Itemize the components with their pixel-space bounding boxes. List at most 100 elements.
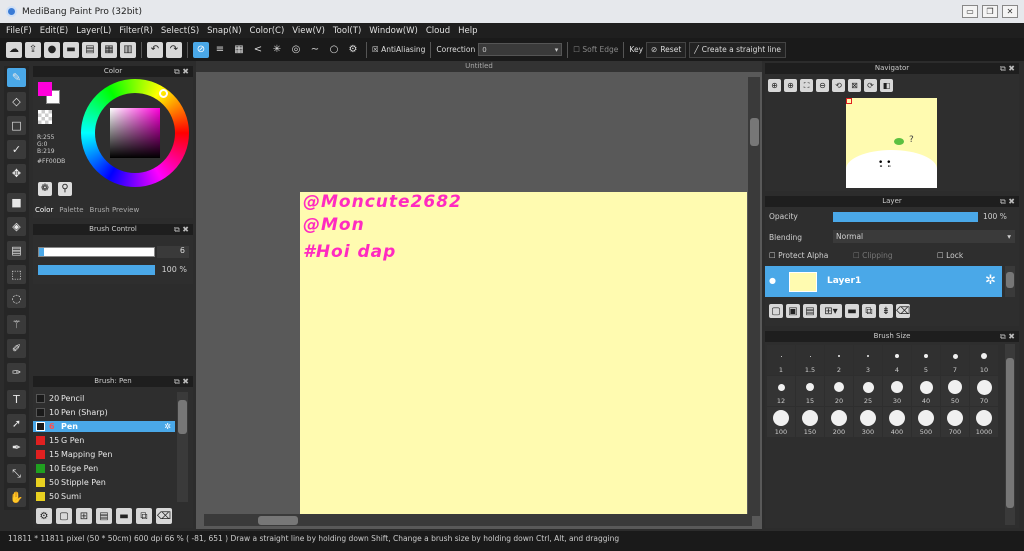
panel-controls-icon[interactable]: ⧉ ✖	[174, 224, 189, 235]
menu-tool[interactable]: Tool(T)	[333, 26, 361, 36]
canvas-paper[interactable]	[300, 192, 747, 517]
add-layer-menu-icon[interactable]: ⊞▾	[820, 304, 842, 318]
layout-icon[interactable]: ▦	[101, 41, 117, 58]
select-pen-tool-icon[interactable]: ✐	[7, 339, 26, 358]
palette-icon[interactable]: ❁	[38, 182, 52, 196]
lock-checkbox[interactable]: ☐ Lock	[937, 251, 963, 260]
gradient-tool-icon[interactable]: ▤	[7, 241, 26, 260]
rotate-right-icon[interactable]: ⟳	[864, 79, 877, 92]
panel-controls-icon[interactable]: ⧉ ✖	[1000, 196, 1015, 207]
brush-size-cell[interactable]: 5	[912, 345, 940, 375]
menu-layer[interactable]: Layer(L)	[76, 26, 111, 36]
canvas-tab[interactable]: Untitled	[196, 61, 762, 72]
brush-settings-icon[interactable]: ⚙	[36, 508, 52, 524]
radial-snap-icon[interactable]: ✳	[269, 41, 285, 58]
brush-item-mapping-pen[interactable]: 15 Mapping Pen	[33, 449, 175, 460]
foreground-color-swatch-top[interactable]	[38, 82, 52, 96]
text-tool-icon[interactable]: T	[7, 390, 26, 409]
canvas-vertical-scroll-thumb[interactable]	[750, 118, 759, 146]
menu-filter[interactable]: Filter(R)	[119, 26, 153, 36]
menu-file[interactable]: File(F)	[6, 26, 32, 36]
cloud-icon[interactable]: ☁	[6, 41, 22, 58]
snap-off-icon[interactable]: ⊘	[193, 41, 209, 58]
transparent-swatch[interactable]	[38, 110, 52, 124]
blending-dropdown[interactable]: Normal ▾	[833, 230, 1015, 243]
brush-size-cell[interactable]: 7	[941, 345, 969, 375]
merge-down-icon[interactable]: ⇟	[879, 304, 893, 318]
brush-size-cell[interactable]: 100	[767, 407, 795, 437]
antialiasing-checkbox[interactable]: ☒ AntiAliasing	[372, 45, 425, 54]
canvas-horizontal-scroll-thumb[interactable]	[258, 516, 298, 525]
message-icon[interactable]: ▬	[63, 41, 79, 58]
panel-controls-icon[interactable]: ⧉ ✖	[174, 66, 189, 77]
eye-icon[interactable]: ●	[769, 276, 776, 285]
protect-alpha-checkbox[interactable]: ☐ Protect Alpha	[769, 251, 828, 260]
new-halftone-layer-icon[interactable]: ▣	[786, 304, 800, 318]
brush-size-cell[interactable]: 400	[883, 407, 911, 437]
concentric-snap-icon[interactable]: ◎	[288, 41, 304, 58]
brush-item-pencil[interactable]: 20 Pencil	[33, 393, 175, 404]
brush-item-edge-pen[interactable]: 10 Edge Pen	[33, 463, 175, 474]
zoom-out-icon[interactable]: ⊖	[816, 79, 829, 92]
menu-edit[interactable]: Edit(E)	[40, 26, 68, 36]
curve-snap-icon[interactable]: ∼	[307, 41, 323, 58]
brush-size-cell[interactable]: 200	[825, 407, 853, 437]
straight-line-button[interactable]: ╱ Create a straight line	[689, 41, 787, 58]
comment-icon[interactable]: ●	[44, 41, 60, 58]
soft-edge-checkbox[interactable]: ☐ Soft Edge	[573, 45, 618, 54]
layer-scrollbar[interactable]	[1005, 266, 1015, 297]
brush-item-sumi[interactable]: 50 Sumi	[33, 491, 175, 502]
panel-controls-icon[interactable]: ⧉ ✖	[1000, 331, 1015, 342]
minimize-button[interactable]: ▭	[962, 5, 978, 18]
brush-item-g-pen[interactable]: 15 G Pen	[33, 435, 175, 446]
menu-cloud[interactable]: Cloud	[426, 26, 450, 36]
zoom-plus-icon[interactable]: ⊕	[784, 79, 797, 92]
magic-wand-tool-icon[interactable]: ⚚	[7, 315, 26, 334]
brush-size-cell[interactable]: 1000	[970, 407, 998, 437]
menu-help[interactable]: Help	[458, 26, 477, 36]
brush-size-cell[interactable]: 150	[796, 407, 824, 437]
tab-palette[interactable]: Palette	[59, 206, 83, 214]
brush-size-cell[interactable]: 2	[825, 345, 853, 375]
zoom-in-icon[interactable]: ⊕	[768, 79, 781, 92]
undo-icon[interactable]: ↶	[147, 41, 163, 58]
eyedropper-icon[interactable]: ⚲	[58, 182, 72, 196]
layer-row[interactable]: ● Layer1 ✲	[765, 266, 1002, 297]
share-icon[interactable]: ⇪	[25, 41, 41, 58]
gear-icon[interactable]: ✲	[164, 422, 171, 431]
flip-icon[interactable]: ◧	[880, 79, 893, 92]
move-tool-icon[interactable]: ✥	[7, 164, 26, 183]
brush-tool-icon[interactable]: ✎	[7, 68, 26, 87]
brush-list-scrollbar[interactable]	[177, 392, 188, 502]
panel-controls-icon[interactable]: ⧉ ✖	[174, 376, 189, 387]
brush-size-cell[interactable]: 50	[941, 376, 969, 406]
duplicate-layer-icon[interactable]: ⧉	[862, 304, 876, 318]
brush-size-cell[interactable]: 15	[796, 376, 824, 406]
brush-size-value[interactable]: 6	[157, 246, 189, 258]
brush-item-stipple-pen[interactable]: 50 Stipple Pen	[33, 477, 175, 488]
brush-size-cell[interactable]: 30	[883, 376, 911, 406]
brush-file-icon[interactable]: ▤	[96, 508, 112, 524]
new-8bit-layer-icon[interactable]: ▤	[803, 304, 817, 318]
brush-size-cell[interactable]: 40	[912, 376, 940, 406]
snap-settings-icon[interactable]: ⚙	[345, 41, 361, 58]
brush-size-cell[interactable]: 4	[883, 345, 911, 375]
brush-size-cell[interactable]: 10	[970, 345, 998, 375]
divide-tool-icon[interactable]: ⤡	[7, 464, 26, 483]
brush-size-cell[interactable]: 25	[854, 376, 882, 406]
tab-color[interactable]: Color	[35, 206, 54, 214]
brush-size-cell[interactable]: 1.5	[796, 345, 824, 375]
eyedropper-tool-icon[interactable]: ✒	[7, 438, 26, 457]
brush-size-cell[interactable]: 70	[970, 376, 998, 406]
folder-icon[interactable]: ▬	[845, 304, 859, 318]
redo-icon[interactable]: ↷	[166, 41, 182, 58]
select-tool-icon[interactable]: ⬚	[7, 265, 26, 284]
hue-ring[interactable]	[81, 79, 189, 187]
rotate-icon[interactable]: ⟲	[832, 79, 845, 92]
document-icon[interactable]: ▤	[82, 41, 98, 58]
lasso-tool-icon[interactable]: ◌	[7, 289, 26, 308]
perspective-snap-icon[interactable]: <	[250, 41, 266, 58]
menu-select[interactable]: Select(S)	[161, 26, 199, 36]
brush-item-pen-sharp[interactable]: 10 Pen (Sharp)	[33, 407, 175, 418]
saturation-square[interactable]	[110, 108, 160, 158]
